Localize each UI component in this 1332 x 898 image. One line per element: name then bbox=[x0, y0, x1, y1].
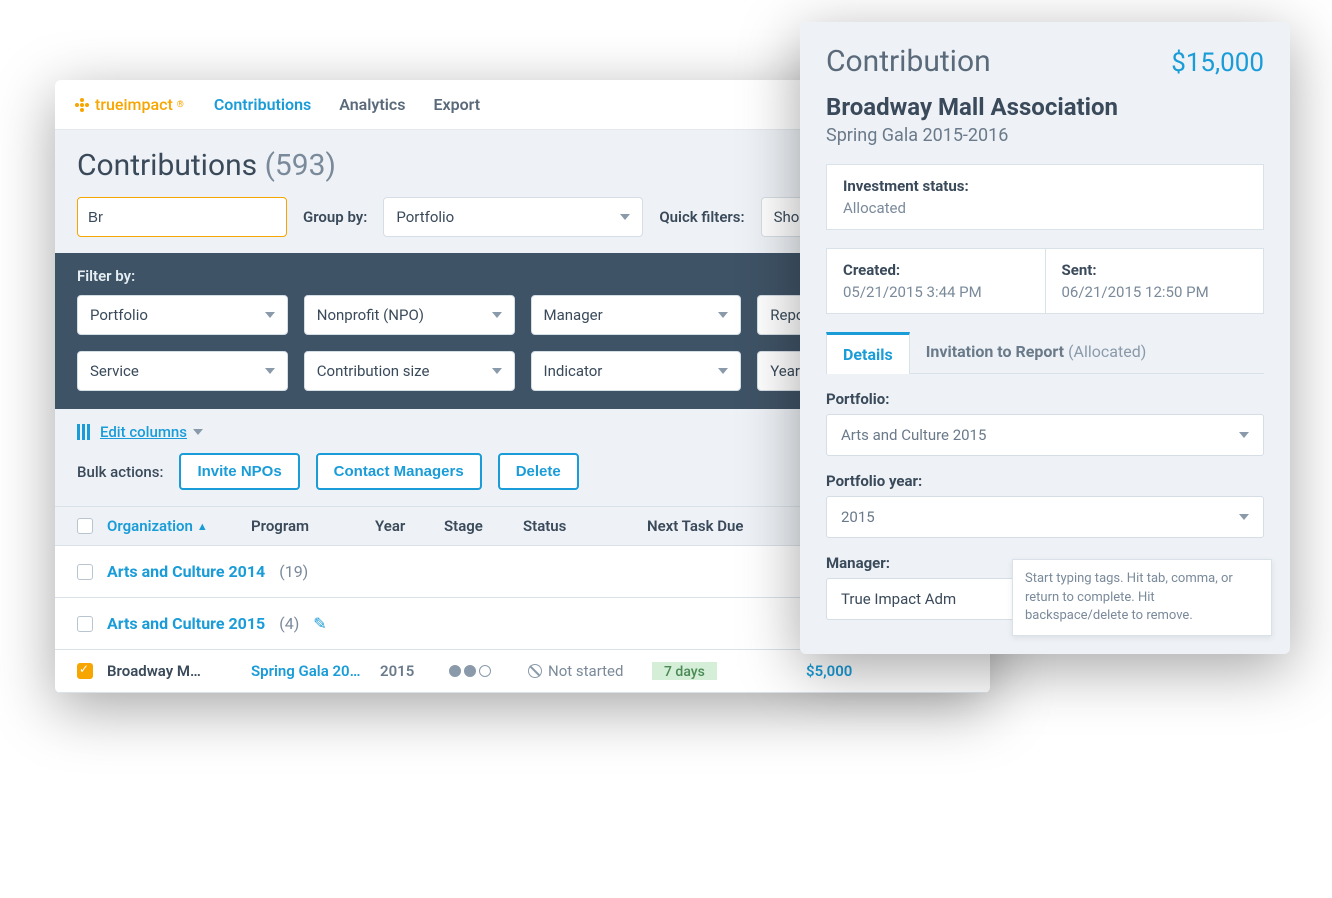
chevron-down-icon bbox=[265, 368, 275, 374]
group-by-value: Portfolio bbox=[396, 208, 454, 226]
logo-icon bbox=[73, 96, 91, 114]
portfolio-year-label: Portfolio year: bbox=[826, 472, 1264, 490]
row-checkbox[interactable] bbox=[77, 663, 93, 679]
filter-size[interactable]: Contribution size bbox=[304, 351, 515, 391]
edit-icon[interactable]: ✎ bbox=[313, 614, 326, 633]
nav-tab-export[interactable]: Export bbox=[433, 95, 480, 114]
sort-asc-icon: ▲ bbox=[197, 520, 208, 533]
created-box: Created: 05/21/2015 3:44 PM bbox=[826, 248, 1046, 314]
chevron-down-icon bbox=[718, 368, 728, 374]
panel-org-name: Broadway Mall Association bbox=[826, 93, 1264, 121]
created-label: Created: bbox=[843, 261, 1029, 279]
portfolio-year-select[interactable]: 2015 bbox=[826, 496, 1264, 538]
chevron-down-icon bbox=[492, 312, 502, 318]
portfolio-year-field: Portfolio year: 2015 bbox=[826, 472, 1264, 538]
stage-dot-icon bbox=[464, 665, 476, 677]
group-by-label: Group by: bbox=[303, 208, 367, 226]
cell-next-task: 7 days bbox=[652, 662, 792, 680]
due-badge: 7 days bbox=[652, 662, 717, 680]
sent-label: Sent: bbox=[1062, 261, 1248, 279]
cell-stage bbox=[449, 665, 514, 677]
chevron-down-icon bbox=[193, 429, 203, 435]
group-count: (19) bbox=[279, 562, 308, 581]
tags-tooltip: Start typing tags. Hit tab, comma, or re… bbox=[1012, 559, 1272, 636]
status-value: Allocated bbox=[843, 199, 1247, 217]
portfolio-field: Portfolio: Arts and Culture 2015 bbox=[826, 390, 1264, 456]
chevron-down-icon bbox=[1239, 514, 1249, 520]
cell-contribution: $5,000 bbox=[806, 662, 968, 680]
portfolio-label: Portfolio: bbox=[826, 390, 1264, 408]
group-by-select[interactable]: Portfolio bbox=[383, 197, 643, 237]
panel-title: Contribution bbox=[826, 44, 991, 79]
sent-value: 06/21/2015 12:50 PM bbox=[1062, 283, 1248, 301]
brand-name: trueimpact bbox=[95, 95, 173, 114]
tab-invitation[interactable]: Invitation to Report (Allocated) bbox=[910, 332, 1163, 373]
nav-tab-contributions[interactable]: Contributions bbox=[214, 95, 311, 114]
filter-indicator[interactable]: Indicator bbox=[531, 351, 742, 391]
filter-portfolio[interactable]: Portfolio bbox=[77, 295, 288, 335]
column-next-task[interactable]: Next Task Due bbox=[647, 517, 787, 535]
brand-logo[interactable]: trueimpact® bbox=[73, 95, 184, 114]
cell-status: Not started bbox=[528, 662, 638, 680]
tab-details[interactable]: Details bbox=[826, 332, 910, 374]
chevron-down-icon bbox=[1239, 432, 1249, 438]
invite-npos-button[interactable]: Invite NPOs bbox=[179, 453, 299, 490]
page-title: Contributions bbox=[77, 148, 257, 183]
sent-box: Sent: 06/21/2015 12:50 PM bbox=[1046, 248, 1265, 314]
column-organization[interactable]: Organization ▲ bbox=[107, 517, 237, 535]
group-name[interactable]: Arts and Culture 2014 bbox=[107, 562, 265, 581]
delete-button[interactable]: Delete bbox=[498, 453, 579, 490]
contact-managers-button[interactable]: Contact Managers bbox=[316, 453, 482, 490]
chevron-down-icon bbox=[265, 312, 275, 318]
cell-organization: Broadway M… bbox=[107, 662, 237, 680]
select-all-checkbox[interactable] bbox=[77, 518, 93, 534]
filter-service[interactable]: Service bbox=[77, 351, 288, 391]
group-checkbox[interactable] bbox=[77, 564, 93, 580]
filter-manager[interactable]: Manager bbox=[531, 295, 742, 335]
quick-filters-value: Sho bbox=[774, 208, 800, 226]
created-value: 05/21/2015 3:44 PM bbox=[843, 283, 1029, 301]
columns-icon bbox=[77, 424, 90, 440]
panel-tabs: Details Invitation to Report (Allocated) bbox=[826, 332, 1264, 374]
not-started-icon bbox=[528, 664, 542, 678]
group-count: (4) bbox=[279, 614, 299, 633]
column-stage[interactable]: Stage bbox=[444, 517, 509, 535]
column-status[interactable]: Status bbox=[523, 517, 633, 535]
column-year[interactable]: Year bbox=[375, 517, 430, 535]
group-name[interactable]: Arts and Culture 2015 bbox=[107, 614, 265, 633]
detail-panel: Contribution $15,000 Broadway Mall Assoc… bbox=[800, 22, 1290, 654]
cell-program[interactable]: Spring Gala 201… bbox=[251, 662, 366, 680]
stage-dot-icon bbox=[449, 665, 461, 677]
search-field[interactable] bbox=[88, 209, 287, 226]
bulk-actions-label: Bulk actions: bbox=[77, 463, 163, 481]
chevron-down-icon bbox=[620, 214, 630, 220]
stage-dot-icon bbox=[479, 665, 491, 677]
cell-year: 2015 bbox=[380, 662, 435, 680]
column-program[interactable]: Program bbox=[251, 517, 361, 535]
filter-npo[interactable]: Nonprofit (NPO) bbox=[304, 295, 515, 335]
panel-amount: $15,000 bbox=[1171, 48, 1264, 78]
quick-filters-label: Quick filters: bbox=[659, 208, 744, 226]
chevron-down-icon bbox=[492, 368, 502, 374]
investment-status-box: Investment status: Allocated bbox=[826, 164, 1264, 230]
edit-columns-link[interactable]: Edit columns bbox=[100, 423, 203, 441]
group-checkbox[interactable] bbox=[77, 616, 93, 632]
chevron-down-icon bbox=[718, 312, 728, 318]
panel-subtitle: Spring Gala 2015-2016 bbox=[826, 125, 1264, 146]
search-input[interactable] bbox=[77, 197, 287, 237]
table-row[interactable]: Broadway M… Spring Gala 201… 2015 Not st… bbox=[55, 650, 990, 693]
nav-tab-analytics[interactable]: Analytics bbox=[339, 95, 405, 114]
status-label: Investment status: bbox=[843, 177, 1247, 195]
page-count: (593) bbox=[265, 148, 336, 183]
portfolio-select[interactable]: Arts and Culture 2015 bbox=[826, 414, 1264, 456]
